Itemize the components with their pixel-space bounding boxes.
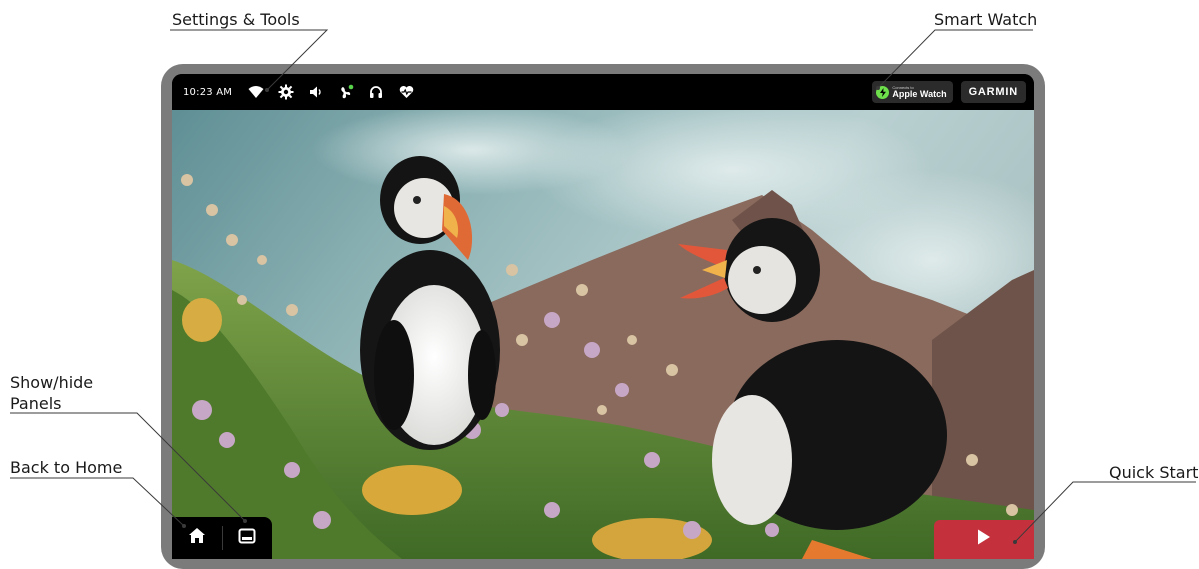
status-bar: 10:23 AM Connects to Apple Watch GARMIN: [172, 74, 1034, 110]
play-icon: [977, 529, 991, 550]
home-icon: [188, 527, 206, 549]
panels-toggle-button[interactable]: [222, 517, 272, 559]
device-frame: 10:23 AM Connects to Apple Watch GARMIN: [161, 64, 1045, 569]
quick-start-button[interactable]: [934, 520, 1034, 559]
apple-watch-button[interactable]: Connects to Apple Watch: [872, 81, 953, 103]
settings-icon[interactable]: [278, 84, 294, 100]
heart-rate-icon[interactable]: [398, 84, 414, 100]
device-connections: Connects to Apple Watch GARMIN: [872, 81, 1026, 103]
apple-watch-label: Connects to Apple Watch: [892, 85, 947, 99]
wifi-icon[interactable]: [248, 84, 264, 100]
apple-watch-text: Apple Watch: [892, 88, 947, 99]
volume-icon[interactable]: [308, 84, 324, 100]
settings-tools-callout: Settings & Tools: [172, 10, 300, 29]
headphones-icon[interactable]: [368, 84, 384, 100]
garmin-button[interactable]: GARMIN: [960, 81, 1026, 103]
back-to-home-leader: [10, 477, 185, 527]
quick-start-callout: Quick Start: [1109, 463, 1199, 482]
apple-watch-logo-icon: [876, 85, 890, 99]
bottom-left-controls: [172, 517, 272, 559]
home-button[interactable]: [172, 517, 222, 559]
show-hide-panels-callout: Show/hide Panels: [10, 372, 93, 414]
smart-watch-callout: Smart Watch: [934, 10, 1038, 29]
screen: 10:23 AM Connects to Apple Watch GARMIN: [172, 74, 1034, 559]
clock-time: 10:23 AM: [183, 86, 233, 98]
show-hide-panels-callout-line1: Show/hide: [10, 373, 94, 392]
background-photo: [172, 110, 1034, 559]
back-to-home-callout: Back to Home: [10, 458, 123, 477]
panels-toggle-icon: [238, 528, 256, 549]
fan-icon[interactable]: [338, 84, 354, 100]
show-hide-panels-callout-line2: Panels: [10, 394, 62, 413]
